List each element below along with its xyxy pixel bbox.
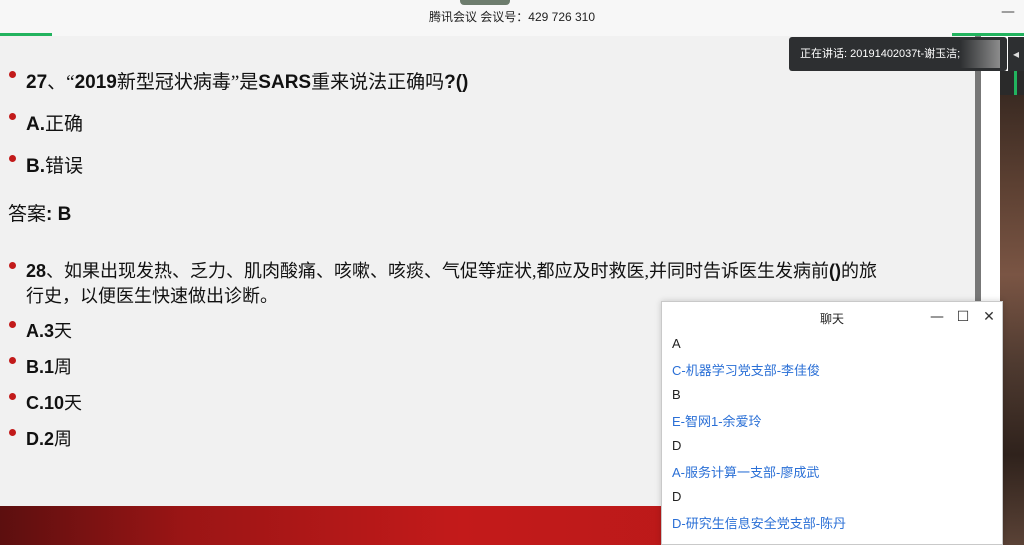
option-28-c: C.10天 <box>26 389 82 415</box>
option-text: 天 <box>54 321 73 341</box>
chat-message: A C-机器学习党支部-李佳俊 <box>672 336 992 387</box>
option-number: 10 <box>44 393 65 413</box>
question-blank: ?() <box>444 72 469 93</box>
option-number: 3 <box>44 321 55 341</box>
chat-titlebar[interactable]: 聊天 — ☐ ✕ <box>662 302 1002 332</box>
topbar-grip-handle[interactable] <box>460 0 510 5</box>
option-27-b: B.错误 <box>26 151 83 178</box>
chat-message-list[interactable]: A C-机器学习党支部-李佳俊 B E-智网1-余爱玲 D A-服务计算一支部-… <box>672 336 992 540</box>
minimize-icon[interactable]: — <box>1000 4 1016 20</box>
bullet-icon <box>9 393 16 400</box>
message-sender[interactable]: D-研究生信息安全党支部-陈丹 <box>672 513 846 532</box>
chat-message: D D-研究生信息安全党支部-陈丹 <box>672 489 992 540</box>
message-text: B <box>672 387 681 402</box>
answer-value: : B <box>46 204 72 225</box>
option-text: 正确 <box>45 114 84 135</box>
question-28-line1: 28、如果出现发热、乏力、肌肉酸痛、咳嗽、咳痰、气促等症状,都应及时救医,并同时… <box>26 257 877 283</box>
meeting-window: 腾讯会议 会议号：429 726 310 — 27、“2019新型冠状病毒”是S… <box>0 0 1024 545</box>
option-letter: A. <box>26 114 45 135</box>
message-text: D <box>672 438 682 453</box>
option-27-a: A.正确 <box>26 109 83 136</box>
option-letter: B. <box>26 357 44 377</box>
chat-message: D A-服务计算一支部-廖成武 <box>672 438 992 489</box>
answer-line: 答案: B <box>8 199 71 226</box>
meeting-title: 腾讯会议 会议号：429 726 310 <box>428 10 596 24</box>
option-text: 天 <box>64 393 83 413</box>
message-sender[interactable]: C-机器学习党支部-李佳俊 <box>672 360 820 379</box>
close-icon[interactable]: ✕ <box>980 308 998 326</box>
participant-video[interactable] <box>1000 95 1024 545</box>
option-28-b: B.1周 <box>26 353 72 379</box>
bullet-icon <box>9 357 16 364</box>
message-sender[interactable]: E-智网1-余爱玲 <box>672 411 762 430</box>
bullet-icon <box>9 262 16 269</box>
video-panel-header <box>1000 71 1024 95</box>
bullet-icon <box>9 321 16 328</box>
speaker-name-fade <box>960 40 1000 68</box>
bullet-icon <box>9 429 16 436</box>
bullet-icon <box>9 155 16 162</box>
question-text: 重来说法正确吗 <box>311 72 445 93</box>
question-number: 28 <box>26 261 47 281</box>
option-text: 周 <box>54 429 73 449</box>
option-letter: C. <box>26 393 44 413</box>
message-sender[interactable]: A-服务计算一支部-廖成武 <box>672 462 819 481</box>
chat-window: 聊天 — ☐ ✕ A C-机器学习党支部-李佳俊 B E-智网1-余爱玲 D A… <box>661 301 1003 545</box>
message-text: D <box>672 489 682 504</box>
option-28-a: A.3天 <box>26 317 72 343</box>
chat-title: 聊天 <box>819 312 844 326</box>
option-28-d: D.2周 <box>26 425 72 451</box>
option-letter: D. <box>26 429 44 449</box>
option-text: 周 <box>54 357 73 377</box>
option-letter: A. <box>26 321 44 341</box>
question-number: 27 <box>26 72 48 93</box>
question-keyword: SARS <box>258 72 312 93</box>
question-text: 、“ <box>47 72 75 93</box>
question-text: 新型冠状病毒”是 <box>116 72 259 93</box>
question-text: 、如果出现发热、乏力、肌肉酸痛、咳嗽、咳痰、气促等症状,都应及时救医,并同时告诉… <box>46 261 830 281</box>
question-text: 的旅 <box>841 261 878 281</box>
question-27: 27、“2019新型冠状病毒”是SARS重来说法正确吗?() <box>26 67 468 94</box>
minimize-icon[interactable]: — <box>928 308 946 326</box>
question-year: 2019 <box>74 72 117 93</box>
bullet-icon <box>9 113 16 120</box>
arrow-left-icon[interactable]: ◂ <box>1008 37 1024 71</box>
meeting-topbar: 腾讯会议 会议号：429 726 310 — <box>0 0 1024 36</box>
chat-message: B E-智网1-余爱玲 <box>672 387 992 438</box>
message-text: A <box>672 336 681 351</box>
question-28-line2: 行史，以便医生快速做出诊断。 <box>26 286 278 306</box>
maximize-icon[interactable]: ☐ <box>954 308 972 326</box>
option-number: 1 <box>44 357 55 377</box>
bullet-icon <box>9 71 16 78</box>
option-text: 错误 <box>45 156 84 177</box>
option-number: 2 <box>44 429 55 449</box>
question-blank: () <box>829 261 842 281</box>
answer-label: 答案 <box>8 204 47 225</box>
option-letter: B. <box>26 156 45 177</box>
